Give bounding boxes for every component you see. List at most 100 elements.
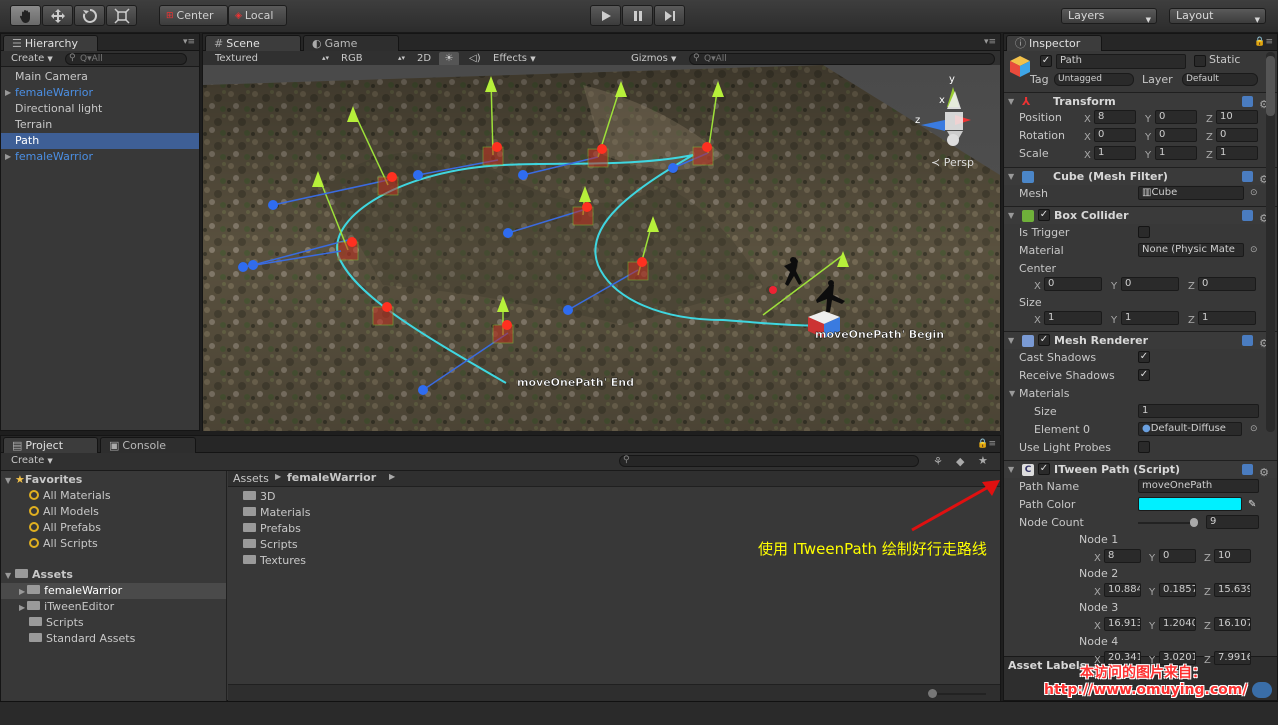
hierarchy-item[interactable]: ▶ femaleWarrior: [1, 149, 199, 165]
inspector-scrollbar-thumb[interactable]: [1266, 56, 1275, 116]
object-picker-icon[interactable]: ⊙: [1250, 421, 1258, 438]
collapse-arrow-icon[interactable]: ▼: [1008, 93, 1014, 110]
axis-z-field[interactable]: 10: [1214, 549, 1251, 563]
object-picker-icon[interactable]: ⊙: [1250, 242, 1258, 259]
hand-tool-button[interactable]: [10, 5, 41, 26]
axis-x-field[interactable]: 0: [1094, 128, 1136, 142]
audio-toggle[interactable]: ◁): [465, 52, 485, 66]
tab-console[interactable]: ▣ Console: [100, 437, 196, 453]
axis-y-field[interactable]: 0: [1155, 128, 1197, 142]
path-node-handle[interactable]: [502, 320, 512, 330]
z-axis-cone[interactable]: [518, 170, 528, 180]
z-axis-cone[interactable]: [418, 385, 428, 395]
axis-y-field[interactable]: 1.2040: [1159, 617, 1196, 631]
project-create-button[interactable]: Create ▼: [7, 454, 57, 468]
node-count-slider-track[interactable]: [1138, 522, 1198, 524]
asset-tree-item[interactable]: Scripts: [19, 615, 84, 631]
path-node-handle[interactable]: [492, 142, 502, 152]
gizmos-dropdown[interactable]: Gizmos ▼: [627, 52, 683, 66]
z-axis-cone[interactable]: [668, 163, 678, 173]
z-axis-cone[interactable]: [268, 200, 278, 210]
itween-path-header[interactable]: ▼ C ✓ ITween Path (Script) ⚙: [1004, 460, 1277, 479]
axis-x-field[interactable]: 1: [1094, 146, 1136, 160]
favorite-star-icon[interactable]: ★: [978, 454, 988, 467]
shading-mode-dropdown[interactable]: Textured ▴▾: [211, 52, 329, 66]
mesh-renderer-header[interactable]: ▼ ✓ Mesh Renderer ⚙: [1004, 331, 1277, 350]
object-name-field[interactable]: Path: [1056, 54, 1186, 69]
axis-y-field[interactable]: 1: [1121, 311, 1179, 325]
z-axis-cone[interactable]: [503, 228, 513, 238]
active-checkbox[interactable]: ✓: [1040, 55, 1052, 67]
element0-field[interactable]: ●Default-Diffuse: [1138, 422, 1242, 436]
collapse-arrow-icon[interactable]: ▼: [1008, 332, 1014, 349]
path-node-handle[interactable]: [387, 172, 397, 182]
hierarchy-item-selected[interactable]: Path: [1, 133, 199, 149]
path-node-handle[interactable]: [582, 202, 592, 212]
axis-z-field[interactable]: 0: [1216, 128, 1258, 142]
axis-z-field[interactable]: 16.107: [1214, 617, 1251, 631]
tab-project[interactable]: ▤ Project: [3, 437, 98, 453]
static-checkbox[interactable]: [1194, 55, 1206, 67]
folder-item[interactable]: Prefabs: [243, 521, 301, 537]
help-icon[interactable]: [1242, 464, 1253, 475]
breadcrumb-leaf[interactable]: femaleWarrior: [287, 471, 376, 484]
mesh-filter-header[interactable]: ▼ Cube (Mesh Filter) ⚙: [1004, 167, 1277, 186]
collapse-arrow-icon[interactable]: ▼: [1008, 207, 1014, 224]
node-count-field[interactable]: 9: [1206, 515, 1259, 529]
hierarchy-item[interactable]: Main Camera: [1, 69, 199, 85]
asset-tree-item[interactable]: ▶ femaleWarrior: [19, 583, 122, 599]
scene-viewport[interactable]: y x z ≺ Persp moveOnePath' Begin moveOne…: [203, 65, 1000, 431]
filter-by-label-icon[interactable]: ◆: [956, 455, 964, 468]
path-node-handle[interactable]: [382, 302, 392, 312]
favorite-item[interactable]: All Scripts: [29, 536, 98, 552]
space-local-button[interactable]: ◈ Local: [228, 5, 287, 26]
folder-item[interactable]: Textures: [243, 553, 306, 569]
materials-size-field[interactable]: 1: [1138, 404, 1259, 418]
mesh-renderer-enabled-checkbox[interactable]: ✓: [1038, 334, 1050, 346]
axis-z-field[interactable]: 0: [1198, 277, 1256, 291]
axis-z-field[interactable]: 10: [1216, 110, 1258, 124]
tab-game[interactable]: ◐ Game: [303, 35, 399, 51]
collapse-arrow-icon[interactable]: ▼: [5, 476, 11, 485]
effects-dropdown[interactable]: Effects ▼: [489, 52, 545, 66]
object-picker-icon[interactable]: ⊙: [1250, 185, 1258, 202]
node-count-slider-thumb[interactable]: [1190, 518, 1198, 527]
favorite-item[interactable]: All Models: [29, 504, 99, 520]
axis-x-field[interactable]: 10.884: [1104, 583, 1141, 597]
collapse-arrow-icon[interactable]: ▼: [5, 571, 11, 580]
axis-z-field[interactable]: 1: [1198, 311, 1256, 325]
asset-tree-item[interactable]: ▶ iTweenEditor: [19, 599, 114, 615]
path-node-handle[interactable]: [702, 142, 712, 152]
axis-y-field[interactable]: 1: [1155, 146, 1197, 160]
lock-menu-icon[interactable]: 🔒≡: [1254, 37, 1273, 47]
render-mode-dropdown[interactable]: RGB ▴▾: [337, 52, 405, 66]
path-node-handle[interactable]: [637, 257, 647, 267]
axis-z-field[interactable]: 7.9916: [1214, 651, 1251, 665]
lock-menu-icon[interactable]: 🔒≡: [977, 439, 996, 449]
folder-item[interactable]: Materials: [243, 505, 310, 521]
axis-y-field[interactable]: 0: [1159, 549, 1196, 563]
favorite-item[interactable]: All Materials: [29, 488, 111, 504]
move-tool-button[interactable]: [42, 5, 73, 26]
favorites-header[interactable]: ▼ ★Favorites: [5, 472, 82, 488]
axis-y-field[interactable]: 0.1857: [1159, 583, 1196, 597]
layers-dropdown[interactable]: Layers ▼: [1061, 8, 1157, 24]
breadcrumb-root[interactable]: Assets: [233, 472, 269, 485]
z-axis-cone[interactable]: [563, 305, 573, 315]
path-color-field[interactable]: [1138, 497, 1242, 511]
mesh-object-field[interactable]: ▥Cube: [1138, 186, 1244, 200]
panel-menu-icon[interactable]: ▾≡: [984, 37, 996, 47]
lighting-toggle[interactable]: ☀: [439, 52, 459, 66]
is-trigger-checkbox[interactable]: [1138, 226, 1150, 238]
axis-x-field[interactable]: 8: [1094, 110, 1136, 124]
path-name-field[interactable]: moveOnePath: [1138, 479, 1259, 493]
hierarchy-item[interactable]: Terrain: [1, 117, 199, 133]
project-search-input[interactable]: [619, 455, 919, 467]
axis-z-field[interactable]: 1: [1216, 146, 1258, 160]
axis-y-field[interactable]: 0: [1121, 277, 1179, 291]
icon-size-slider-thumb[interactable]: [928, 689, 937, 698]
help-icon[interactable]: [1242, 335, 1253, 346]
scene-search-input[interactable]: Q▾All: [689, 53, 995, 65]
use-light-probes-checkbox[interactable]: [1138, 441, 1150, 453]
folder-item[interactable]: Scripts: [243, 537, 298, 553]
